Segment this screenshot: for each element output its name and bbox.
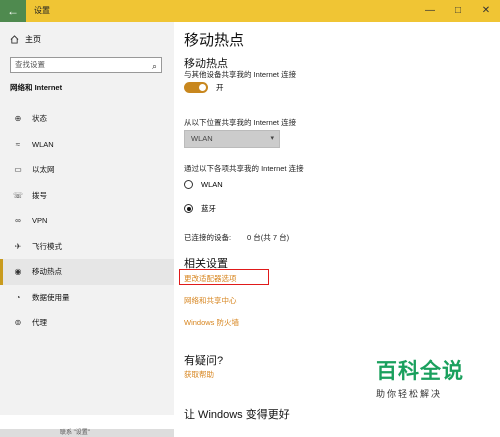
sidebar-item-label: 状态 [32,114,47,124]
sidebar-item-vpn[interactable]: ∞ VPN [0,208,174,234]
title-bar: ← 设置 — □ ✕ [0,0,500,22]
wifi-icon: ≈ [15,139,21,149]
home-link[interactable]: 主页 [10,34,41,45]
firewall-link[interactable]: Windows 防火墙 [184,317,239,328]
sidebar: 主页 查找设置 ⌕ 网络和 Internet ⊕ 状态 ≈ WLAN ▭ 以太网 ☏ 拨… [0,22,174,437]
watermark-title: 百科全说 [376,360,464,383]
window-title: 设置 [34,6,50,15]
home-label: 主页 [25,35,41,44]
sidebar-item-ethernet[interactable]: ▭ 以太网 [0,157,174,183]
taskbar-strip: 联系 "设置" [0,429,174,437]
close-icon: ✕ [481,5,491,16]
watermark-subtitle: 助你轻松解决 [376,389,443,399]
sidebar-item-wlan[interactable]: ≈ WLAN [0,132,174,158]
sidebar-item-label: VPN [32,216,48,226]
sidebar-item-proxy[interactable]: ⊚ 代理 [0,310,174,336]
radio-bluetooth[interactable]: 蓝牙 [184,203,216,214]
sidebar-item-label: 以太网 [32,165,55,175]
sidebar-item-label: 移动热点 [32,267,62,277]
vpn-icon: ∞ [15,216,21,226]
globe-icon: ⊕ [14,114,22,124]
radio-circle-checked[interactable] [184,204,193,213]
back-button[interactable]: ← [0,0,26,22]
sidebar-item-data-usage[interactable]: ◔ 数据使用量 [0,285,174,311]
home-icon [10,35,19,44]
back-arrow-icon: ← [7,4,19,18]
get-help-link[interactable]: 获取帮助 [184,369,214,380]
page-title: 移动热点 [184,32,245,49]
ethernet-icon: ▭ [14,165,22,175]
data-usage-icon: ◔ [15,292,21,302]
watermark: 百科全说 助你轻松解决 [376,355,464,400]
share-description: 与其他设备共享我的 Internet 连接 [184,70,297,79]
airplane-icon: ✈ [14,241,22,251]
minimize-icon: — [425,5,435,16]
section-title: 网络和 Internet [10,83,63,92]
search-icon[interactable]: ⌕ [152,59,157,73]
radio-label: WLAN [201,180,223,189]
share-from-label: 从以下位置共享我的 Internet 连接 [184,118,297,127]
connected-devices-value: 0 台(共 7 台) [247,233,290,242]
sidebar-item-label: 飞行模式 [32,241,62,251]
sidebar-item-airplane[interactable]: ✈ 飞行模式 [0,234,174,260]
radio-circle[interactable] [184,180,193,189]
adapter-options-link[interactable]: 更改适配器选项 [184,273,237,284]
hotspot-icon: ◉ [14,267,22,277]
close-button[interactable]: ✕ [472,0,500,22]
toggle-state-label: 开 [216,83,224,92]
chevron-down-icon: ▾ [270,135,274,142]
sharing-center-link[interactable]: 网络和共享中心 [184,295,237,306]
phone-icon: ☏ [12,190,23,200]
search-input[interactable]: 查找设置 ⌕ [10,57,162,73]
help-heading: 有疑问? [184,355,224,367]
sidebar-item-status[interactable]: ⊕ 状态 [0,106,174,132]
sidebar-item-dialup[interactable]: ☏ 拨号 [0,183,174,209]
radio-label: 蓝牙 [201,204,216,213]
sidebar-item-label: WLAN [32,139,54,149]
maximize-button[interactable]: □ [444,0,472,22]
radio-wlan[interactable]: WLAN [184,180,223,189]
sidebar-item-label: 数据使用量 [32,292,70,302]
share-over-label: 通过以下各项共享我的 Internet 连接 [184,164,304,173]
proxy-icon: ⊚ [14,318,22,328]
minimize-button[interactable]: — [416,0,444,22]
search-placeholder: 查找设置 [15,60,45,69]
feedback-heading: 让 Windows 变得更好 [184,409,290,421]
nav-list: ⊕ 状态 ≈ WLAN ▭ 以太网 ☏ 拨号 ∞ VPN ✈ 飞行模式 ◉ 移动热点 ◔ 数据使… [0,106,174,336]
sidebar-item-label: 拨号 [32,190,47,200]
share-from-select[interactable]: WLAN ▾ [184,130,280,148]
sidebar-item-hotspot[interactable]: ◉ 移动热点 [0,259,174,285]
sidebar-item-label: 代理 [32,318,47,328]
share-from-value: WLAN [191,134,213,143]
hotspot-toggle[interactable] [184,82,208,93]
connected-devices-label: 已连接的设备: [184,233,232,242]
maximize-icon: □ [454,5,462,16]
